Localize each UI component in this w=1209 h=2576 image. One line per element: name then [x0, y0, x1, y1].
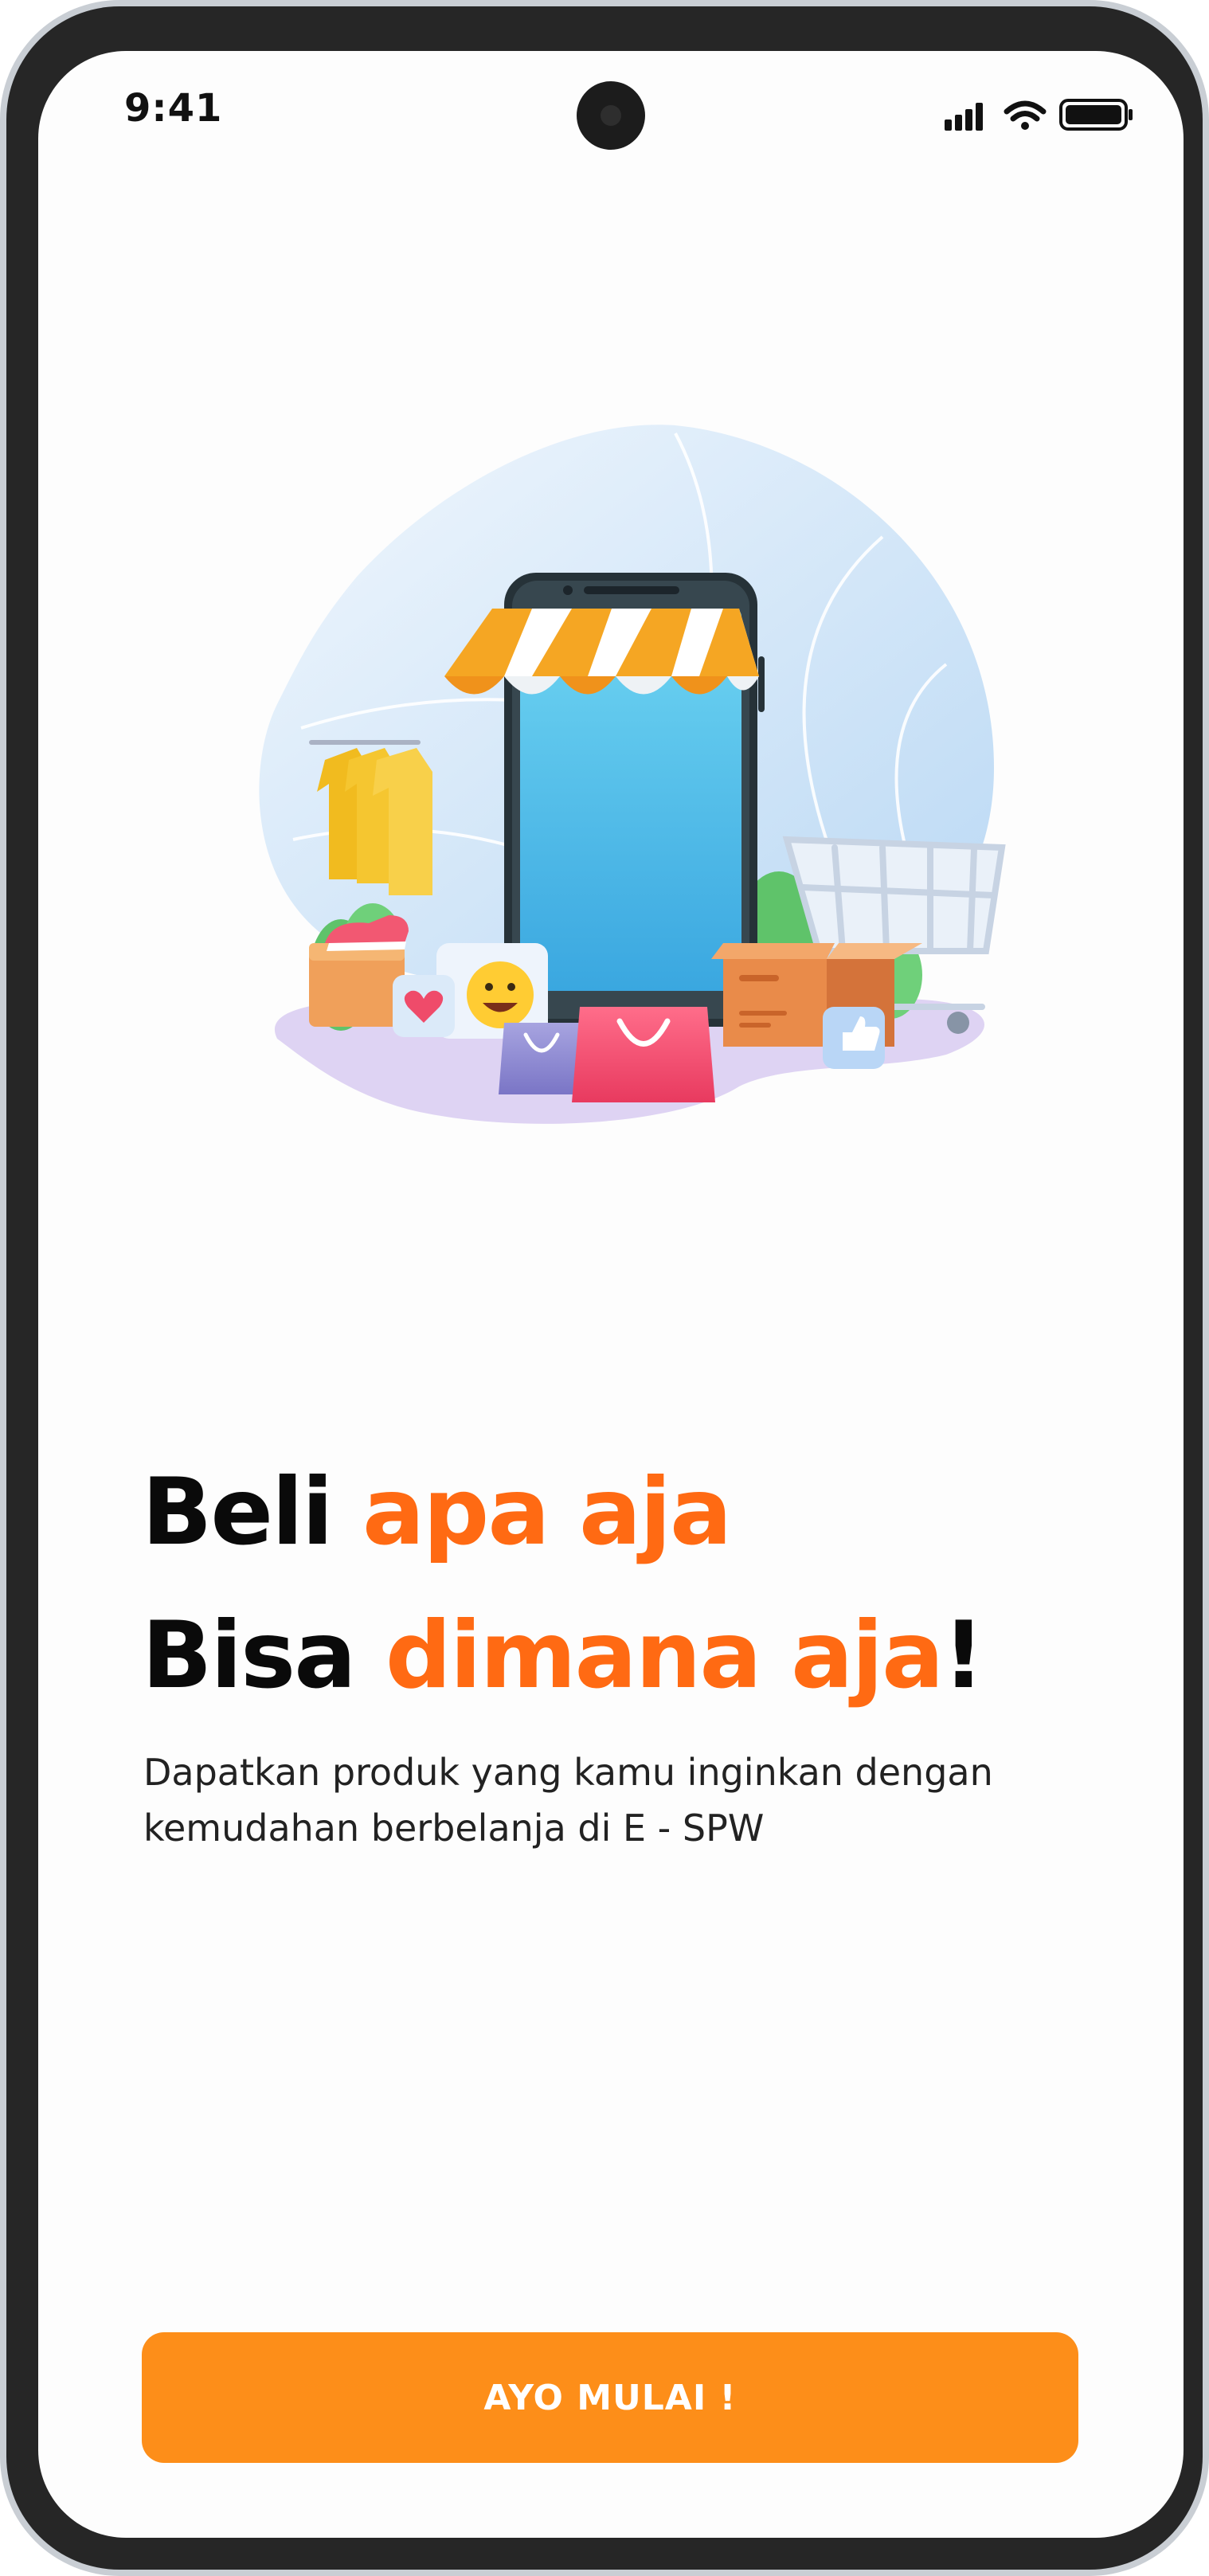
wifi-icon: [1004, 100, 1047, 130]
thumbs-up-icon: [823, 1007, 885, 1069]
headline-line-2-end: !: [942, 1602, 984, 1709]
online-shop-illustration: [229, 370, 1010, 1150]
battery-icon: [1059, 99, 1133, 131]
headline: Beli apa aja Bisa dimana aja!: [142, 1441, 984, 1728]
headline-line-1-accent: apa aja: [362, 1458, 732, 1566]
heart-card-icon: [393, 975, 455, 1037]
status-time: 9:41: [124, 86, 223, 131]
front-camera-icon: [577, 81, 645, 150]
app-screen: 9:41 Beli apa aja Bisa dimana aja! Dapat…: [38, 51, 1184, 2538]
package-box-icon: [711, 943, 922, 1047]
headline-line-2-accent: dimana aja: [385, 1602, 945, 1709]
headline-line-1: Beli apa aja: [142, 1441, 983, 1584]
headline-line-2: Bisa dimana aja!: [142, 1584, 984, 1728]
shopping-bag-icon: [572, 1007, 715, 1102]
start-button[interactable]: AYO MULAI !: [142, 2332, 1078, 2463]
headline-line-2-plain: Bisa: [142, 1602, 385, 1709]
status-icons: [945, 96, 1136, 135]
phone-frame: 9:41 Beli apa aja Bisa dimana aja! Dapat…: [0, 0, 1209, 2576]
headline-line-1-plain: Beli: [142, 1458, 362, 1566]
store-awning-icon: [444, 609, 759, 695]
phone-bezel: 9:41 Beli apa aja Bisa dimana aja! Dapat…: [6, 6, 1203, 2570]
signal-icon: [945, 103, 983, 131]
subtitle: Dapatkan produk yang kamu inginkan denga…: [143, 1751, 993, 1850]
shopping-bag-small-icon: [499, 1023, 584, 1094]
